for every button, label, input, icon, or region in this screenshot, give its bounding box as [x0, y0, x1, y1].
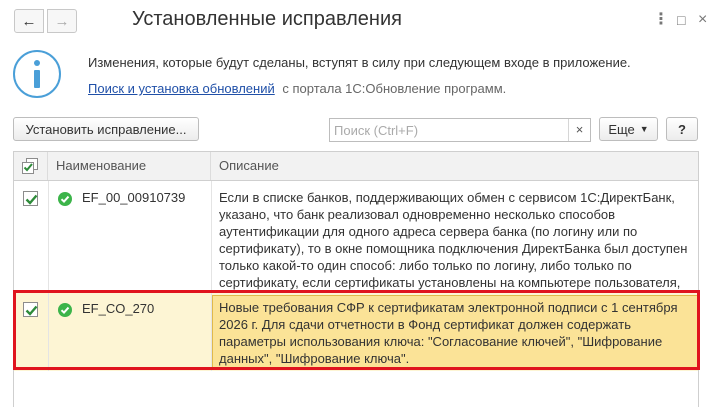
fix-description: Если в списке банков, поддерживающих обм… — [219, 190, 688, 307]
back-button[interactable]: ← — [14, 9, 44, 33]
fix-name: EF_CO_270 — [82, 301, 155, 316]
checkmark-icon — [25, 305, 38, 316]
fix-description: Новые требования СФР к сертификатам элек… — [219, 300, 678, 366]
info-icon — [13, 50, 61, 98]
installed-status-icon — [58, 303, 72, 317]
restore-window-icon[interactable]: □ — [677, 11, 685, 29]
search-input[interactable] — [330, 119, 568, 141]
row-checkbox[interactable] — [23, 191, 38, 206]
checkmark-icon — [25, 194, 38, 205]
search-box: × — [329, 118, 591, 142]
install-fix-button[interactable]: Установить исправление... — [13, 117, 199, 141]
installed-status-icon — [58, 192, 72, 206]
more-button[interactable]: Еще ▼ — [599, 117, 658, 141]
table-row[interactable]: EF_00_00910739 Если в списке банков, под… — [14, 181, 698, 307]
arrow-left-icon: ← — [21, 12, 37, 30]
clear-search-button[interactable]: × — [568, 119, 590, 141]
update-source-text: с портала 1С:Обновление программ. — [282, 81, 507, 96]
check-all-icon — [22, 158, 38, 174]
forward-button[interactable]: → — [47, 9, 77, 33]
help-button[interactable]: ? — [666, 117, 698, 141]
title-bar: ← → Установленные исправления ⋮ □ × — [0, 0, 717, 42]
close-icon[interactable]: × — [698, 11, 707, 29]
search-updates-link[interactable]: Поиск и установка обновлений — [88, 81, 275, 96]
table-row-selected[interactable]: EF_CO_270 Новые требования СФР к сертифи… — [14, 293, 698, 371]
chevron-down-icon: ▼ — [639, 124, 649, 134]
row-checkbox[interactable] — [23, 302, 38, 317]
column-header-name[interactable]: Наименование — [48, 152, 211, 180]
column-header-description[interactable]: Описание — [211, 152, 698, 180]
column-header-check[interactable] — [14, 152, 48, 180]
update-line: Поиск и установка обновлений с портала 1… — [88, 81, 506, 96]
fixes-table: Наименование Описание EF_00_00910739 Есл… — [13, 151, 699, 407]
table-header: Наименование Описание — [14, 152, 698, 181]
restart-notice: Изменения, которые будут сделаны, вступя… — [88, 55, 631, 70]
more-actions-icon[interactable]: ⋮ — [653, 11, 669, 29]
window-title: Установленные исправления — [132, 8, 402, 30]
more-label: Еще — [608, 121, 635, 137]
fix-name: EF_00_00910739 — [82, 190, 186, 205]
arrow-right-icon: → — [54, 12, 70, 30]
